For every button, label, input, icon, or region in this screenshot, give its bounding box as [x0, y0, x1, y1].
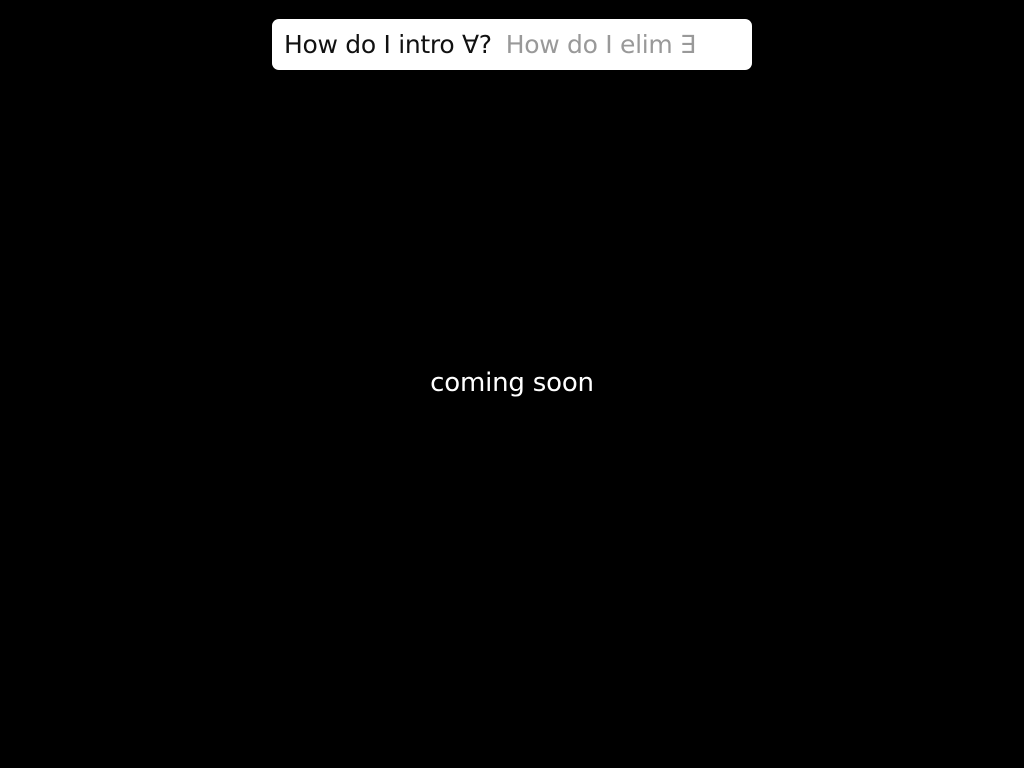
question-text[interactable]: How do I intro ∀?: [284, 30, 492, 59]
suggestion-text[interactable]: How do I elim ∃: [506, 30, 696, 59]
coming-soon-message: coming soon: [430, 368, 594, 398]
app-screen: How do I intro ∀? How do I elim ∃ coming…: [0, 0, 1024, 768]
question-input-bar[interactable]: How do I intro ∀? How do I elim ∃: [272, 19, 752, 70]
